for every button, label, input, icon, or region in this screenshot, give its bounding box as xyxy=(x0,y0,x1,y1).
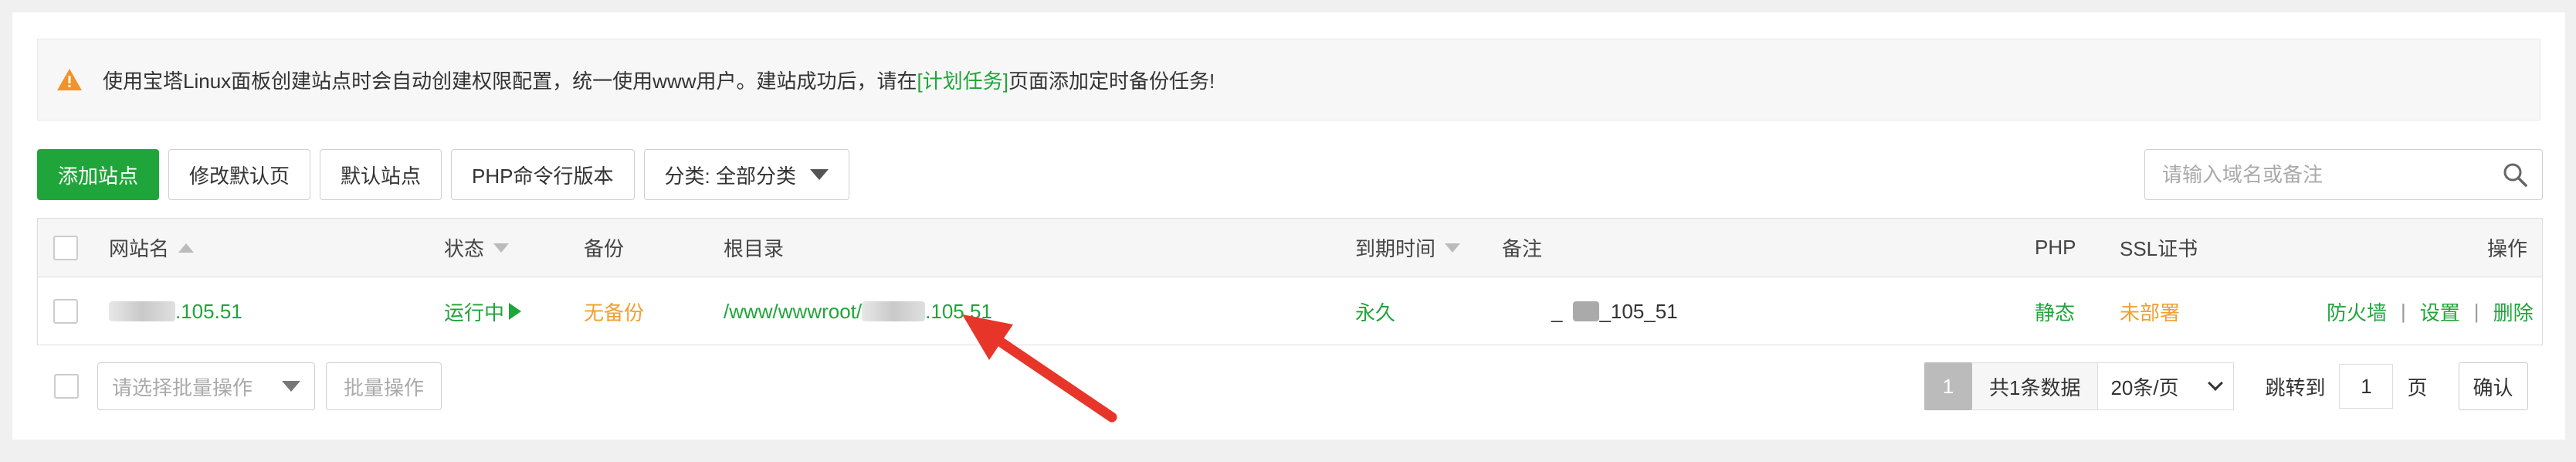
toolbar: 添加站点 修改默认页 默认站点 PHP命令行版本 分类: 全部分类 xyxy=(37,149,849,200)
confirm-jump-button[interactable]: 确认 xyxy=(2458,362,2528,410)
separator: | xyxy=(2473,299,2479,323)
jump-label: 跳转到 xyxy=(2265,375,2326,399)
firewall-link[interactable]: 防火墙 xyxy=(2327,297,2387,326)
sort-desc-icon xyxy=(1445,243,1461,253)
header-site-name[interactable]: 网站名 xyxy=(109,219,195,277)
add-site-button[interactable]: 添加站点 xyxy=(37,149,160,200)
header-status[interactable]: 状态 xyxy=(444,219,510,277)
play-icon xyxy=(509,303,522,320)
chevron-down-icon xyxy=(2208,375,2224,391)
sort-asc-icon xyxy=(178,243,195,253)
remark-value[interactable]: _ _105_51 xyxy=(1551,277,1678,345)
category-label: 分类: 全部分类 xyxy=(664,164,796,188)
total-count: 共1条数据 xyxy=(1972,362,2099,410)
header-actions: 操作 xyxy=(2487,237,2528,260)
sites-table: 网站名 状态 备份 根目录 到期时间 备注 PHP SSL证书 操作 .105.… xyxy=(37,218,2543,345)
status-running[interactable]: 运行中 xyxy=(444,277,522,345)
header-root-dir: 根目录 xyxy=(724,237,785,260)
caret-down-icon xyxy=(282,381,300,392)
header-php: PHP xyxy=(2035,236,2076,259)
table-header: 网站名 状态 备份 根目录 到期时间 备注 PHP SSL证书 操作 xyxy=(38,219,2542,277)
php-version[interactable]: 静态 xyxy=(2035,277,2075,345)
header-expire[interactable]: 到期时间 xyxy=(1355,219,1461,277)
site-name-link[interactable]: .105.51 xyxy=(109,277,242,345)
batch-operation-select[interactable]: 请选择批量操作 xyxy=(97,362,315,410)
expire-value[interactable]: 永久 xyxy=(1355,277,1395,345)
per-page-select[interactable]: 20条/页 xyxy=(2098,362,2235,410)
alert-text-before: 使用宝塔Linux面板创建站点时会自动创建权限配置，统一使用www用户。建站成功… xyxy=(103,69,917,93)
current-page[interactable]: 1 xyxy=(1924,362,1972,410)
redacted-blur xyxy=(862,301,926,321)
search-box xyxy=(2144,149,2543,200)
footer-select-all-checkbox[interactable] xyxy=(54,374,79,399)
modify-default-page-button[interactable]: 修改默认页 xyxy=(168,149,311,200)
page-unit-label: 页 xyxy=(2407,375,2428,399)
default-site-button[interactable]: 默认站点 xyxy=(320,149,442,200)
settings-link[interactable]: 设置 xyxy=(2420,297,2460,326)
batch-operation-button[interactable]: 批量操作 xyxy=(326,362,442,410)
ssl-status[interactable]: 未部署 xyxy=(2120,277,2180,345)
root-dir-link[interactable]: /www/wwwroot/ .105.51 xyxy=(724,277,992,345)
batch-select-placeholder: 请选择批量操作 xyxy=(112,375,253,399)
jump-page-input[interactable]: 1 xyxy=(2339,364,2394,409)
header-ssl: SSL证书 xyxy=(2120,237,2198,260)
redacted-blur xyxy=(109,301,175,321)
header-backup: 备份 xyxy=(584,237,625,260)
search-input[interactable] xyxy=(2162,162,2488,187)
row-actions: 防火墙 | 设置 | 删除 xyxy=(2327,277,2534,345)
row-checkbox[interactable] xyxy=(53,299,78,324)
redacted-blur xyxy=(1573,301,1600,321)
scheduled-task-link[interactable]: [计划任务] xyxy=(917,66,1008,94)
warning-triangle-icon xyxy=(57,69,82,90)
table-row: .105.51 运行中 无备份 /www/wwwroot/ .105.51 永久… xyxy=(38,277,2542,345)
search-icon[interactable] xyxy=(2488,150,2542,199)
category-dropdown[interactable]: 分类: 全部分类 xyxy=(643,149,849,200)
php-cli-version-button[interactable]: PHP命令行版本 xyxy=(451,149,635,200)
sort-desc-icon xyxy=(493,243,510,253)
pagination: 1 共1条数据 20条/页 跳转到 1 页 确认 xyxy=(1924,362,2528,410)
backup-status[interactable]: 无备份 xyxy=(584,277,644,345)
select-all-checkbox[interactable] xyxy=(53,235,78,260)
header-remark: 备注 xyxy=(1502,237,1543,260)
alert-text-after: 页面添加定时备份任务! xyxy=(1008,69,1215,93)
separator: | xyxy=(2401,299,2406,323)
caret-down-icon xyxy=(809,169,829,180)
delete-link[interactable]: 删除 xyxy=(2493,297,2534,326)
info-alert: 使用宝塔Linux面板创建站点时会自动创建权限配置，统一使用www用户。建站成功… xyxy=(37,39,2540,121)
